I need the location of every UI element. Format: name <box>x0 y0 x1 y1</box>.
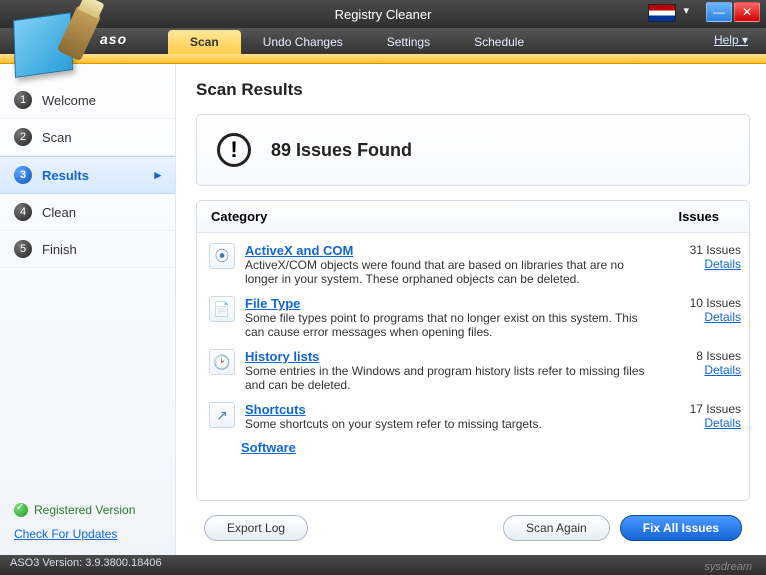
details-link[interactable]: Details <box>659 363 741 377</box>
step-clean[interactable]: 4Clean <box>0 194 175 231</box>
col-category: Category <box>211 209 639 224</box>
check-updates-link[interactable]: Check For Updates <box>14 527 117 541</box>
tab-schedule[interactable]: Schedule <box>452 30 546 54</box>
tab-settings[interactable]: Settings <box>365 30 452 54</box>
issue-count: 8 Issues <box>696 349 741 363</box>
results-scroll[interactable]: ⦿ ActiveX and COM ActiveX/COM objects we… <box>197 233 749 500</box>
footer-buttons: Export Log Scan Again Fix All Issues <box>196 501 750 555</box>
tab-undo-changes[interactable]: Undo Changes <box>241 30 365 54</box>
page-title: Scan Results <box>196 80 750 100</box>
category-link-shortcuts[interactable]: Shortcuts <box>245 402 306 417</box>
step-label: Scan <box>42 130 72 145</box>
main-panel: Scan Results ! 89 Issues Found Category … <box>176 64 766 555</box>
category-desc: Some entries in the Windows and program … <box>245 364 645 392</box>
window-controls: — ✕ <box>706 2 760 22</box>
version-text: ASO3 Version: 3.9.3800.18406 <box>10 557 162 569</box>
issue-count: 10 Issues <box>690 296 741 310</box>
export-log-button[interactable]: Export Log <box>204 515 308 541</box>
category-desc: Some file types point to programs that n… <box>245 311 638 339</box>
help-link[interactable]: Help ▾ <box>714 33 748 47</box>
category-row: 🕑 History lists Some entries in the Wind… <box>205 345 745 398</box>
category-row: 📄 File Type Some file types point to pro… <box>205 292 745 345</box>
status-bar: ASO3 Version: 3.9.3800.18406 sysdream <box>0 555 766 575</box>
category-desc: ActiveX/COM objects were found that are … <box>245 258 624 286</box>
category-link-activex[interactable]: ActiveX and COM <box>245 243 353 258</box>
language-flag-dropdown[interactable] <box>648 4 676 22</box>
check-icon <box>14 503 28 517</box>
registered-status: Registered Version <box>0 497 175 523</box>
details-link[interactable]: Details <box>659 257 741 271</box>
close-button[interactable]: ✕ <box>734 2 760 22</box>
shortcut-icon: ↗ <box>209 402 235 428</box>
filetype-icon: 📄 <box>209 296 235 322</box>
app-logo <box>8 6 92 80</box>
minimize-button[interactable]: — <box>706 2 732 22</box>
watermark: sysdream <box>704 561 752 573</box>
issue-count: 17 Issues <box>690 402 741 416</box>
category-link-history[interactable]: History lists <box>245 349 319 364</box>
col-issues: Issues <box>639 209 719 224</box>
step-scan[interactable]: 2Scan <box>0 119 175 156</box>
category-link-filetype[interactable]: File Type <box>245 296 300 311</box>
warning-icon: ! <box>217 133 251 167</box>
tab-scan[interactable]: Scan <box>168 30 241 54</box>
issue-count: 31 Issues <box>690 243 741 257</box>
table-header: Category Issues <box>197 201 749 233</box>
step-label: Results <box>42 168 89 183</box>
step-label: Welcome <box>42 93 96 108</box>
scan-again-button[interactable]: Scan Again <box>503 515 610 541</box>
brand-label: aso <box>100 31 127 47</box>
results-table: Category Issues ⦿ ActiveX and COM Active… <box>196 200 750 501</box>
category-link-software[interactable]: Software <box>241 440 296 455</box>
ribbon-accent-strip <box>0 54 766 64</box>
wizard-sidebar: 1Welcome 2Scan 3Results 4Clean 5Finish R… <box>0 64 176 555</box>
step-welcome[interactable]: 1Welcome <box>0 82 175 119</box>
step-label: Finish <box>42 242 77 257</box>
step-finish[interactable]: 5Finish <box>0 231 175 268</box>
summary-box: ! 89 Issues Found <box>196 114 750 186</box>
category-desc: Some shortcuts on your system refer to m… <box>245 417 542 431</box>
step-results[interactable]: 3Results <box>0 156 175 194</box>
step-label: Clean <box>42 205 76 220</box>
details-link[interactable]: Details <box>659 416 741 430</box>
titlebar: Registry Cleaner — ✕ <box>0 0 766 28</box>
activex-icon: ⦿ <box>209 243 235 269</box>
fix-all-button[interactable]: Fix All Issues <box>620 515 742 541</box>
window-title: Registry Cleaner <box>335 7 432 22</box>
category-row: ↗ Shortcuts Some shortcuts on your syste… <box>205 398 745 437</box>
ribbon-bar: aso Scan Undo Changes Settings Schedule … <box>0 28 766 54</box>
summary-text: 89 Issues Found <box>271 140 412 161</box>
history-icon: 🕑 <box>209 349 235 375</box>
category-row: ⦿ ActiveX and COM ActiveX/COM objects we… <box>205 239 745 292</box>
details-link[interactable]: Details <box>659 310 741 324</box>
